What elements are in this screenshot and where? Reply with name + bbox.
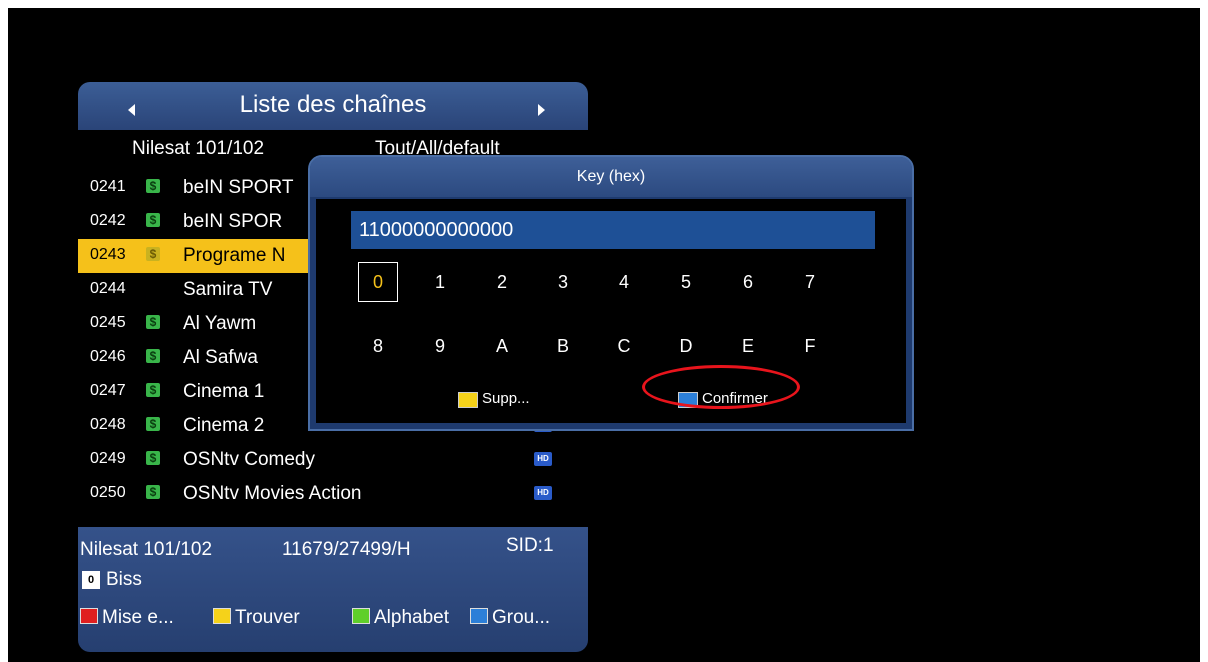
dollar-icon: $ [146, 417, 160, 431]
channel-number: 0241 [90, 178, 126, 195]
dollar-icon: $ [146, 315, 160, 329]
channel-number: 0245 [90, 314, 126, 331]
dollar-icon: $ [146, 213, 160, 227]
key-input[interactable]: 11000000000000 [351, 211, 875, 249]
footer-sid: SID:1 [506, 535, 554, 556]
key-c-button[interactable]: C [604, 326, 644, 366]
red-key-icon [80, 608, 98, 624]
legend-green-label: Alphabet [374, 607, 450, 628]
key-a-button[interactable]: A [482, 326, 522, 366]
channel-name: OSNtv Movies Action [183, 483, 362, 504]
legend-yellow[interactable]: Trouver [213, 607, 300, 629]
channel-row[interactable]: 0249 $ OSNtv Comedy HD [78, 443, 588, 477]
legend-blue[interactable]: Grou... [470, 607, 550, 629]
channel-list-title: Liste des chaînes [239, 91, 427, 118]
channel-name: Al Safwa [183, 347, 258, 368]
legend-red-label: Mise e... [102, 607, 174, 628]
tv-screen: Liste des chaînes Nilesat 101/102 Tout/A… [8, 8, 1200, 662]
dialog-title-bar: Key (hex) [310, 157, 912, 197]
channel-name: beIN SPOR [183, 211, 283, 232]
key-e-button[interactable]: E [728, 326, 768, 366]
key-0-button[interactable]: 0 [358, 262, 398, 302]
dialog-title: Key (hex) [576, 168, 646, 185]
channel-number: 0249 [90, 450, 126, 467]
legend-blue-label: Grou... [492, 607, 551, 628]
arrow-right-icon[interactable] [538, 104, 545, 116]
key-9-button[interactable]: 9 [420, 326, 460, 366]
key-6-button[interactable]: 6 [728, 262, 768, 302]
key-1-button[interactable]: 1 [420, 262, 460, 302]
key-zero-badge: 0 [82, 571, 100, 589]
legend-yellow-label: Trouver [235, 607, 300, 628]
key-d-button[interactable]: D [666, 326, 706, 366]
blue-key-icon [470, 608, 488, 624]
biss-label: Biss [106, 569, 142, 590]
channel-info-footer: Nilesat 101/102 11679/27499/H SID:1 0 Bi… [78, 527, 588, 652]
channel-name: beIN SPORT [183, 177, 294, 198]
key-8-button[interactable]: 8 [358, 326, 398, 366]
key-3-button[interactable]: 3 [543, 262, 583, 302]
footer-satellite: Nilesat 101/102 [80, 539, 213, 560]
key-7-button[interactable]: 7 [790, 262, 830, 302]
channel-name: Cinema 2 [183, 415, 265, 436]
channel-list-header: Liste des chaînes [78, 82, 588, 130]
legend-red[interactable]: Mise e... [80, 607, 174, 629]
dialog-body: 11000000000000 0123456789ABCDEF Supp... … [316, 199, 906, 423]
channel-number: 0246 [90, 348, 126, 365]
dollar-icon: $ [146, 485, 160, 499]
channel-number: 0248 [90, 416, 126, 433]
dollar-icon: $ [146, 247, 160, 261]
delete-button[interactable]: Supp... [482, 390, 530, 407]
footer-frequency: 11679/27499/H [282, 539, 411, 560]
channel-name: Programe N [183, 245, 286, 266]
legend-green[interactable]: Alphabet [352, 607, 449, 629]
key-b-button[interactable]: B [543, 326, 583, 366]
channel-number: 0243 [90, 246, 126, 263]
channel-number: 0247 [90, 382, 126, 399]
channel-name: OSNtv Comedy [183, 449, 315, 470]
channel-row[interactable]: 0250 $ OSNtv Movies Action HD [78, 477, 588, 511]
key-4-button[interactable]: 4 [604, 262, 644, 302]
dollar-icon: $ [146, 349, 160, 363]
channel-name: Al Yawm [183, 313, 257, 334]
highlight-circle [642, 365, 800, 409]
dollar-icon: $ [146, 179, 160, 193]
channel-name: Samira TV [183, 279, 273, 300]
key-2-button[interactable]: 2 [482, 262, 522, 302]
key-dialog: Key (hex) 11000000000000 01234567 89ABCDE… [308, 155, 914, 431]
green-key-icon [352, 608, 370, 624]
channel-name: Cinema 1 [183, 381, 265, 402]
key-5-button[interactable]: 5 [666, 262, 706, 302]
channel-number: 0244 [90, 280, 126, 297]
yellow-key-icon [458, 392, 478, 408]
hd-icon: HD [534, 452, 552, 466]
hd-icon: HD [534, 486, 552, 500]
dollar-icon: $ [146, 451, 160, 465]
dollar-icon: $ [146, 383, 160, 397]
channel-number: 0242 [90, 212, 126, 229]
yellow-key-icon [213, 608, 231, 624]
satellite-name: Nilesat 101/102 [132, 138, 265, 159]
key-f-button[interactable]: F [790, 326, 830, 366]
channel-number: 0250 [90, 484, 126, 501]
